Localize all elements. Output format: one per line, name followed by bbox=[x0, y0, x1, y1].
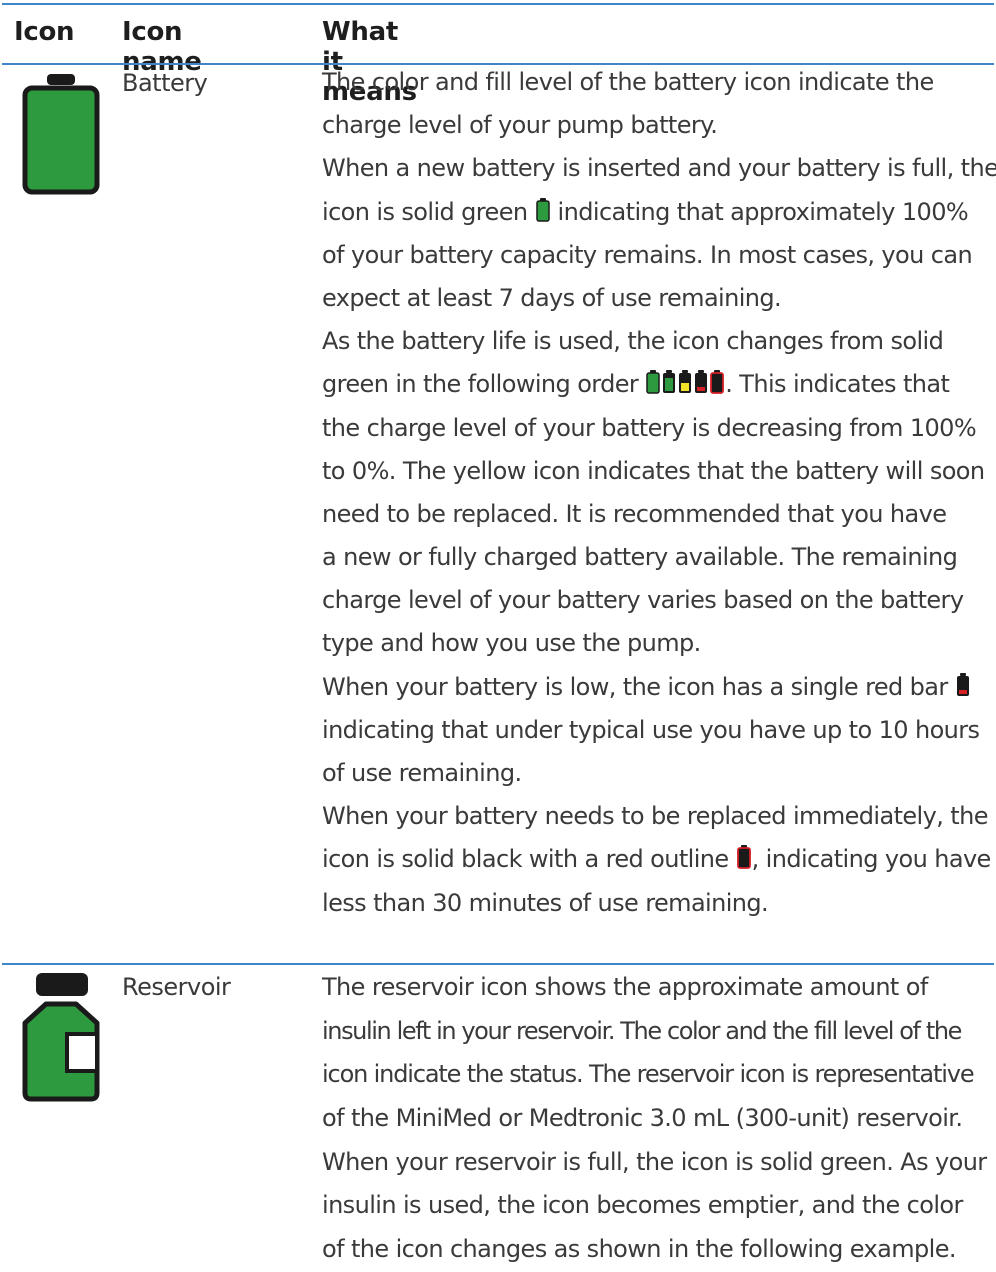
reservoir-full-icon bbox=[22, 973, 100, 1102]
battery-description: The color and fill level of the battery … bbox=[322, 68, 996, 917]
battery-three-quarter-icon bbox=[663, 370, 676, 394]
header-icon: Icon bbox=[14, 17, 75, 47]
battery-empty-icon bbox=[736, 845, 751, 870]
battery-empty-icon bbox=[710, 370, 725, 395]
icon-name-battery: Battery bbox=[122, 69, 208, 97]
battery-full-icon bbox=[535, 197, 550, 222]
battery-full-icon bbox=[22, 74, 100, 195]
icon-name-reservoir: Reservoir bbox=[122, 973, 231, 1001]
reservoir-description: The reservoir icon shows the approximate… bbox=[322, 973, 987, 1264]
battery-low-icon bbox=[956, 672, 969, 696]
icon-reference-table: Icon Icon name What it means Battery The… bbox=[0, 0, 996, 1265]
battery-full-icon bbox=[646, 370, 660, 395]
table-top-rule bbox=[2, 3, 994, 5]
battery-half-yellow-icon bbox=[679, 370, 692, 394]
row-divider bbox=[2, 963, 994, 965]
battery-low-icon bbox=[695, 370, 708, 394]
